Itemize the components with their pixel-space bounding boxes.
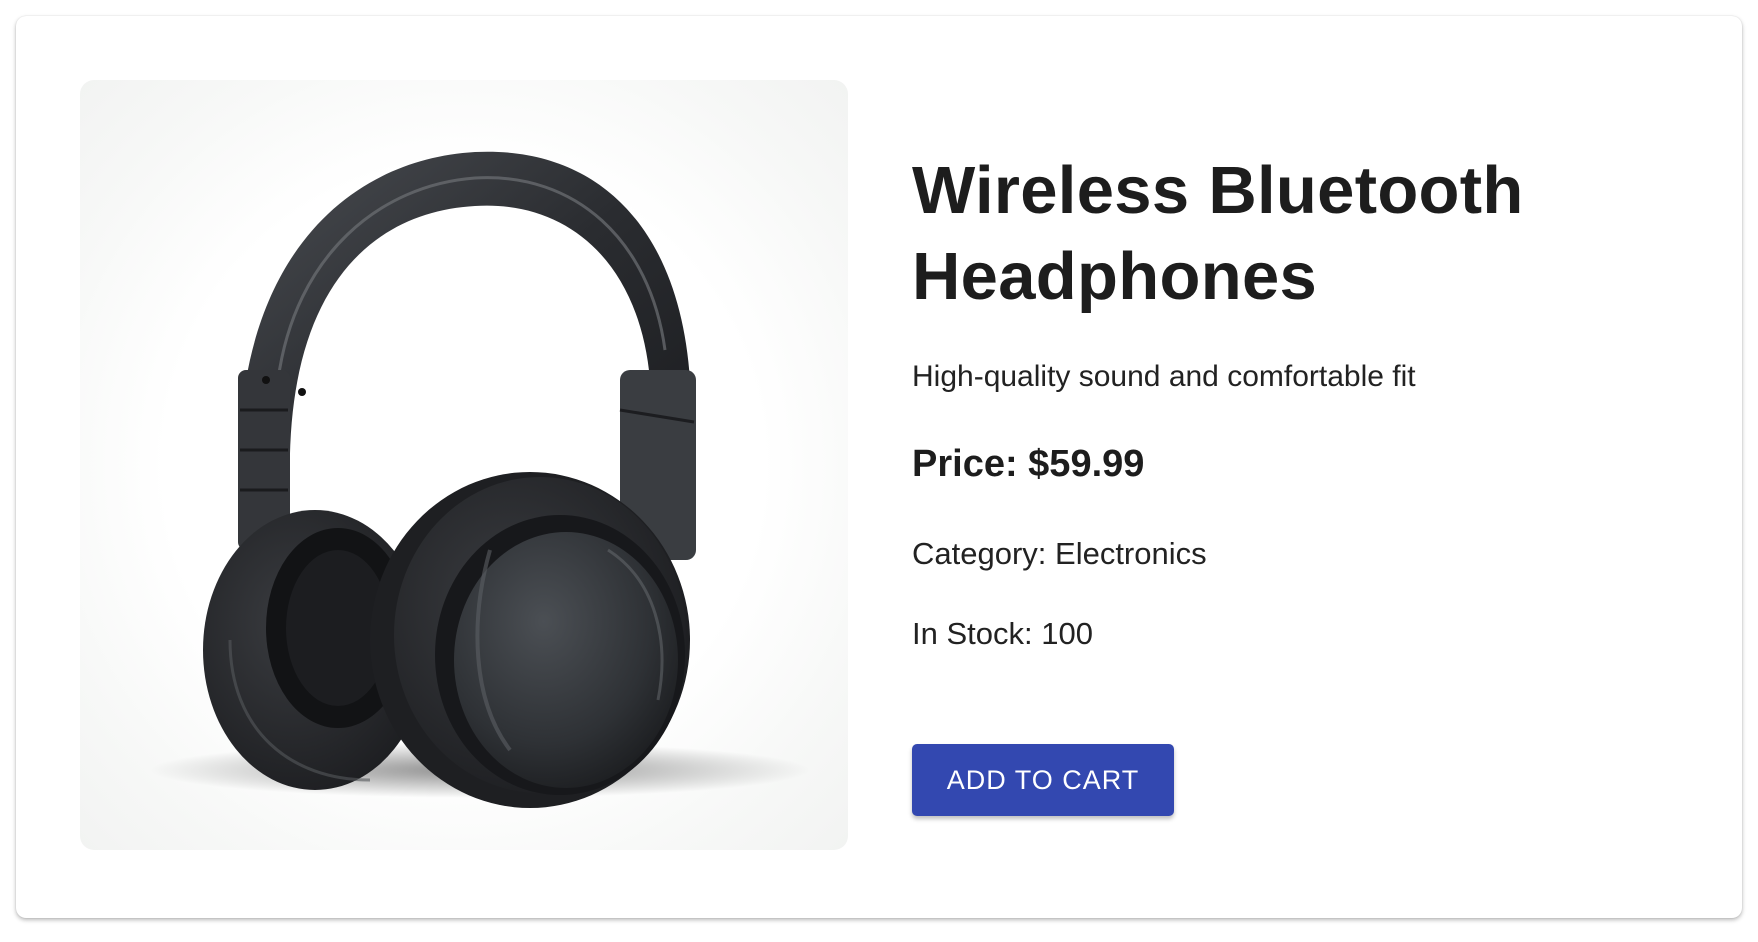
- product-info: Wireless Bluetooth Headphones High-quali…: [912, 148, 1692, 651]
- product-category: Category: Electronics: [912, 536, 1207, 571]
- product-card: Wireless Bluetooth Headphones High-quali…: [16, 16, 1742, 918]
- product-image: [80, 80, 848, 850]
- product-price: Price: $59.99: [912, 443, 1145, 485]
- product-description: High-quality sound and comfortable fit: [912, 360, 1416, 393]
- headphones-icon: [150, 151, 810, 808]
- product-stock: In Stock: 100: [912, 616, 1093, 651]
- add-to-cart-button[interactable]: ADD TO CART: [912, 744, 1174, 816]
- product-title: Wireless Bluetooth Headphones: [912, 153, 1524, 314]
